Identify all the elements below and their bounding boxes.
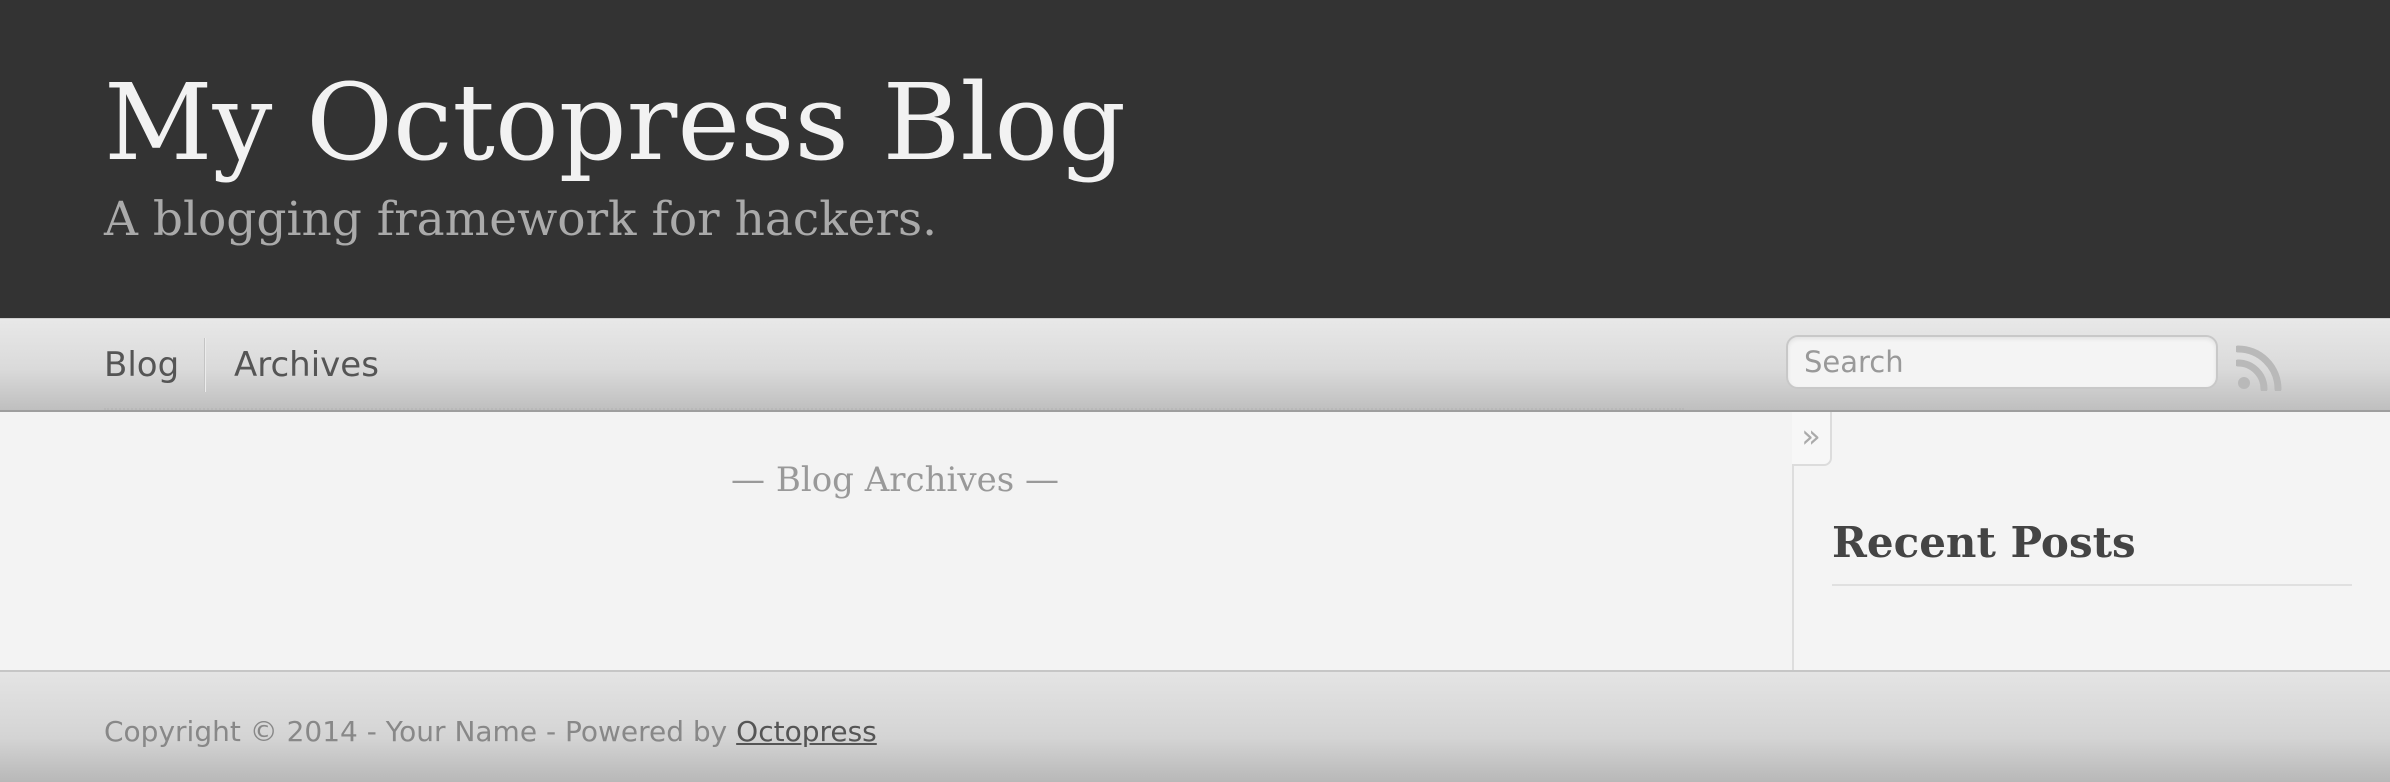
main-navigation: Blog Archives bbox=[0, 318, 2390, 412]
nav-dotted-rule bbox=[104, 408, 1684, 410]
site-footer: Copyright © 2014 - Your Name - Powered b… bbox=[0, 670, 2390, 782]
sidebar-collapse-toggle[interactable]: » bbox=[1792, 412, 1832, 466]
site-header: My Octopress Blog A blogging framework f… bbox=[0, 0, 2390, 318]
site-subtitle: A blogging framework for hackers. bbox=[104, 192, 938, 247]
footer-octopress-link[interactable]: Octopress bbox=[736, 715, 877, 748]
archives-heading: — Blog Archives — bbox=[731, 460, 1059, 500]
footer-copyright-text: Copyright © 2014 - Your Name - Powered b… bbox=[104, 715, 737, 748]
site-title[interactable]: My Octopress Blog bbox=[104, 58, 1126, 188]
nav-divider bbox=[204, 338, 206, 392]
recent-posts-divider bbox=[1832, 584, 2352, 586]
recent-posts-title: Recent Posts bbox=[1832, 518, 2136, 567]
footer-copyright: Copyright © 2014 - Your Name - Powered b… bbox=[104, 712, 877, 752]
search-input[interactable] bbox=[1786, 335, 2218, 389]
nav-item-blog[interactable]: Blog bbox=[104, 343, 179, 387]
main-content: — Blog Archives — » Recent Posts bbox=[0, 412, 2390, 670]
nav-item-archives[interactable]: Archives bbox=[234, 343, 379, 387]
rss-icon[interactable] bbox=[2236, 343, 2284, 391]
